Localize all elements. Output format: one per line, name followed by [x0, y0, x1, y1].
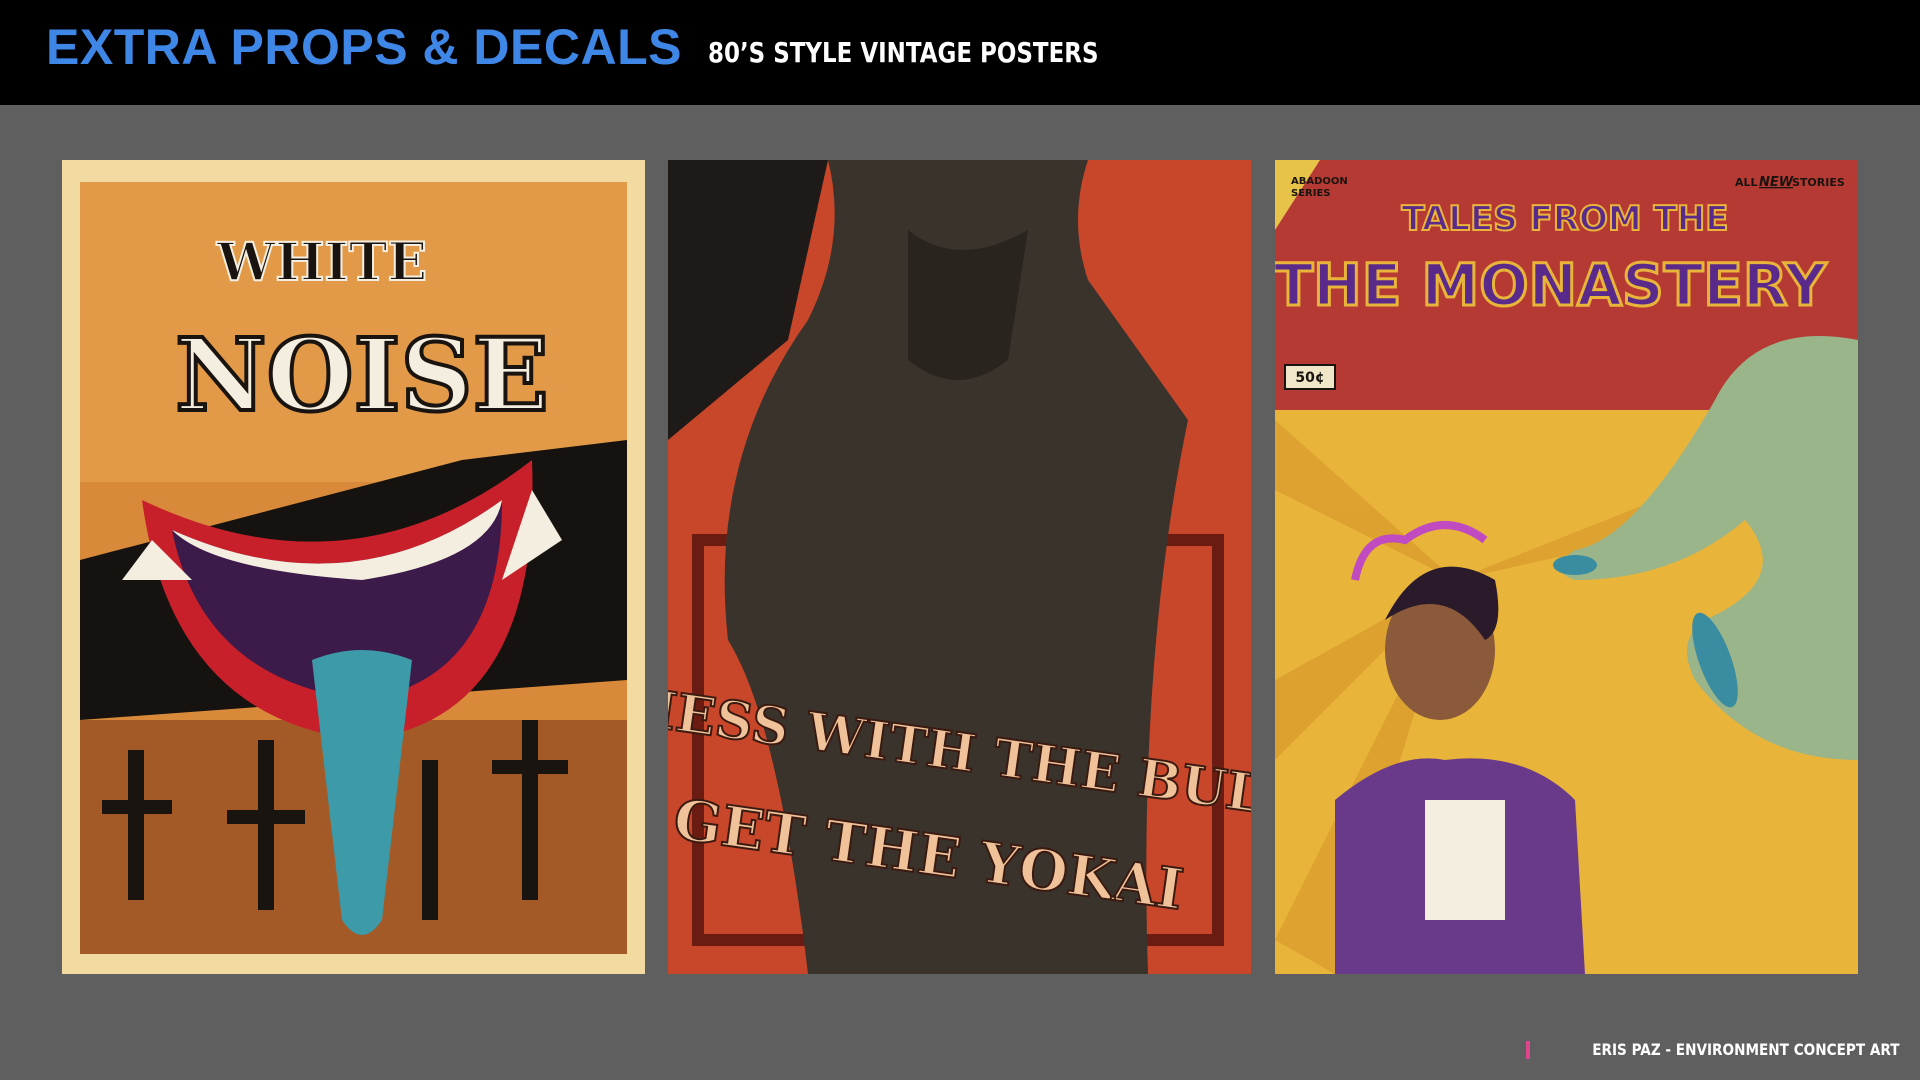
- tagline-new: NEW: [1759, 175, 1794, 190]
- monastery-title-line1: TALES FROM THE: [1402, 199, 1729, 239]
- credit-text: ERIS PAZ - ENVIRONMENT CONCEPT ART: [1592, 1040, 1900, 1059]
- header-bar: EXTRA PROPS & DECALS 80’S STYLE VINTAGE …: [0, 0, 1920, 105]
- white-noise-title: WHITE NOISE: [173, 231, 551, 436]
- poster-tales-from-the-monastery: ABADOON SERIES ALL NEW STORIES TALES FRO…: [1275, 160, 1858, 974]
- tagline-suffix: STORIES: [1792, 176, 1845, 189]
- yokai-caption: MESS WITH THE BULL GET THE YOKAI: [668, 674, 1251, 925]
- credit-footer: ERIS PAZ - ENVIRONMENT CONCEPT ART: [1526, 1040, 1900, 1059]
- series-label-line2: SERIES: [1291, 188, 1331, 199]
- poster-white-noise: WHITE NOISE: [62, 160, 645, 974]
- monastery-title-line2: THE MONASTERY: [1275, 251, 1827, 319]
- series-label-line1: ABADOON: [1291, 176, 1348, 187]
- monastery-text: ABADOON SERIES ALL NEW STORIES TALES FRO…: [1275, 175, 1845, 386]
- price-label: 50¢: [1295, 370, 1324, 386]
- credit-accent-mark: [1526, 1040, 1531, 1059]
- poster-yokai-line2: GET THE YOKAI: [670, 786, 1187, 923]
- poster-white-noise-line2: NOISE: [175, 316, 549, 434]
- page-title: EXTRA PROPS & DECALS: [46, 19, 683, 75]
- poster-white-noise-line1: WHITE: [216, 232, 427, 293]
- tagline-prefix: ALL: [1735, 176, 1758, 189]
- page-subtitle: 80’S STYLE VINTAGE POSTERS: [708, 36, 1099, 69]
- poster-mess-with-the-bull: MESS WITH THE BULL GET THE YOKAI: [668, 160, 1251, 974]
